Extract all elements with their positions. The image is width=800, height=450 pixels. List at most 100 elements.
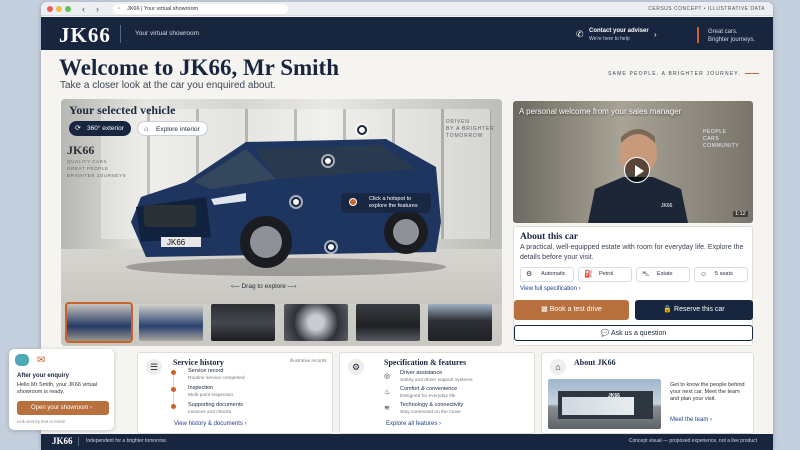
feature-item: Comfort & convenience Designed for everyd… <box>400 386 458 399</box>
site-footer: JK66 Independent for a brighter tomorrow… <box>41 434 773 450</box>
enquiry-note: Link sent by text or email <box>17 419 65 424</box>
service-title: Service history <box>173 358 224 367</box>
browser-window: ‹ › ▫ JK66 | Your virtual showroom CERSUS… <box>41 2 773 448</box>
adviser-title: Contact your adviser <box>589 28 649 34</box>
dealership-image: JK66 <box>548 379 661 429</box>
service-link[interactable]: View history & documents › <box>174 421 247 427</box>
chat-bubble-icon <box>15 354 29 366</box>
back-icon[interactable]: ‹ <box>82 3 85 15</box>
about-car-panel: About this car A practical, well-equippe… <box>513 226 753 346</box>
hotspot-door[interactable] <box>323 156 333 166</box>
header-subtitle: Your virtual showroom <box>135 30 200 37</box>
concept-label: CERSUS CONCEPT • ILLUSTRATIVE DATA <box>648 6 765 12</box>
meet-team-link[interactable]: Meet the team › <box>670 417 712 423</box>
page-title: Welcome to JK66, Mr Smith <box>59 55 339 80</box>
thumbnail-sunroof[interactable] <box>428 304 492 341</box>
adviser-subtitle: We're here to help <box>589 36 630 42</box>
play-button[interactable] <box>624 157 650 183</box>
about-jk66-text: Get to know the people behind your next … <box>670 382 745 402</box>
service-note: Illustrative records <box>290 358 327 363</box>
page-subtitle: Take a closer look at the car you enquir… <box>60 80 276 91</box>
feature-item: Technology & connectivity Stay connected … <box>400 402 464 415</box>
video-caption: A personal welcome from your sales manag… <box>519 107 682 116</box>
feature-item: Driver assistance Safety and driver suppo… <box>400 370 473 383</box>
contact-adviser-button[interactable]: ✆ Contact your adviser We're here to hel… <box>576 28 668 42</box>
home-icon: ⌂ <box>550 359 566 375</box>
about-car-description: A practical, well-equipped estate with r… <box>520 244 744 261</box>
site-header: JK66 Your virtual showroom ✆ Contact you… <box>41 17 773 50</box>
drag-hint: ‹— Drag to explore —› <box>231 283 297 290</box>
enquiry-notification: ✉ After your enquiry Hello Mr Smith, you… <box>9 349 114 430</box>
settings-icon: ⚙ <box>348 359 364 375</box>
logo[interactable]: JK66 <box>59 23 111 48</box>
footer-tagline: Independent for a brighter tomorrow. <box>86 438 167 444</box>
ask-question-button[interactable]: 💬 Ask us a question <box>514 325 753 341</box>
chat-icon: 💬 <box>600 330 611 337</box>
features-title: Specification & features <box>384 358 467 367</box>
spec-transmission: ⚙ Automatic <box>520 267 574 282</box>
about-car-title: About this car <box>520 232 579 242</box>
thumbnail-front[interactable] <box>65 302 133 343</box>
reserve-button[interactable]: 🔒 Reserve this car <box>635 300 753 320</box>
footer-disclaimer: Concept visual — proposed experience, no… <box>628 438 757 444</box>
spec-seats: ☺ 5 seats <box>694 267 748 282</box>
features-card: ⚙ Specification & features ◎ ♨ ≋ Driver … <box>339 352 535 434</box>
lock-icon: 🔒 <box>663 306 675 313</box>
forward-icon[interactable]: › <box>96 3 99 15</box>
address-text: JK66 | Your virtual showroom <box>127 6 199 12</box>
full-spec-link[interactable]: View full specification › <box>520 286 581 292</box>
vehicle-viewer[interactable]: Your selected vehicle ⟳ 360° exterior ⌂ Ex… <box>61 99 502 346</box>
maximize-dot[interactable] <box>65 6 71 12</box>
header-tagline: Great cars. Brighter journeys. <box>708 29 756 43</box>
gear-icon: ⚙ <box>526 271 533 278</box>
wall-lettering: DRIVEN BY A BRIGHTER TOMORROW <box>446 119 495 139</box>
car-icon: ⛍ <box>642 271 650 278</box>
address-bar[interactable]: ▫ JK66 | Your virtual showroom <box>113 4 288 14</box>
spec-fuel: ⛽ Petrol <box>578 267 632 282</box>
seat-comfort-icon: ♨ <box>384 389 391 396</box>
hotspot-roof[interactable] <box>357 125 367 135</box>
rotate-icon: ⟳ <box>75 125 81 132</box>
hotspot-headlight[interactable] <box>291 197 301 207</box>
hotspot-wheel[interactable] <box>326 242 336 252</box>
enquiry-text: Hello Mr Smith, your JK66 virtual showro… <box>17 382 98 395</box>
browser-toolbar: ‹ › ▫ JK66 | Your virtual showroom CERSUS… <box>41 2 773 16</box>
hotspot-marker-icon <box>349 198 357 206</box>
steering-icon: ◎ <box>384 373 391 380</box>
document-icon: ☰ <box>146 359 162 375</box>
phone-icon: ✆ <box>576 29 584 39</box>
seats-icon: ☺ <box>700 271 708 278</box>
spec-body: ⛍ Estate <box>636 267 690 282</box>
thumbnail-side[interactable] <box>139 304 203 341</box>
fuel-icon: ⛽ <box>584 271 593 278</box>
about-jk66-title: About JK66 <box>574 358 616 367</box>
open-showroom-button[interactable]: Open your showroom › <box>17 401 109 415</box>
welcome-video[interactable]: JK66 A personal welcome from your sales … <box>513 101 753 223</box>
test-drive-button[interactable]: ▦ Book a test drive <box>514 300 629 320</box>
header-divider <box>120 25 121 43</box>
email-icon: ✉ <box>37 355 46 366</box>
thumbnail-strip <box>65 302 497 343</box>
thumbnail-dashboard[interactable] <box>356 304 420 341</box>
accent-bar <box>697 27 699 43</box>
service-item: Inspection Multi-point inspection <box>188 385 234 398</box>
video-duration: 1:12 <box>733 211 748 217</box>
shirt-logo: JK66 <box>661 203 673 209</box>
footer-logo: JK66 <box>52 436 73 446</box>
enquiry-title: After your enquiry <box>17 373 70 379</box>
plate-text: JK66 <box>167 238 186 247</box>
thumbnail-seats[interactable] <box>211 304 275 341</box>
close-dot[interactable] <box>47 6 53 12</box>
hotspot-hint: Click a hotspot to explore the features <box>341 193 431 213</box>
wifi-icon: ≋ <box>384 405 390 412</box>
service-item: Service record Routine service completed <box>188 368 245 381</box>
calendar-icon: ▦ <box>541 306 550 313</box>
thumbnail-wheel[interactable] <box>284 304 348 341</box>
about-jk66-card: ⌂ About JK66 JK66 Get to know the people… <box>541 352 754 434</box>
chevron-right-icon: › <box>654 30 657 39</box>
features-link[interactable]: Explore all features › <box>386 421 441 427</box>
minimize-dot[interactable] <box>56 6 62 12</box>
vehicle-heading: Your selected vehicle <box>69 103 176 117</box>
service-item: Supporting documents Invoices and checks <box>188 402 244 415</box>
lock-icon: ▫ <box>118 6 121 12</box>
